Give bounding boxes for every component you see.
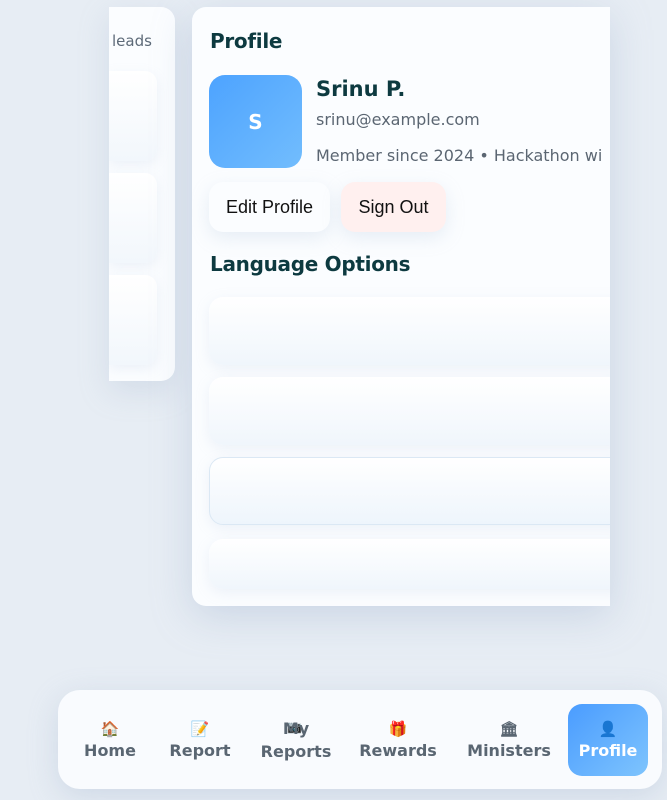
- nav-item-report[interactable]: 📝 Report: [162, 704, 238, 776]
- left-panel-item[interactable]: [109, 275, 157, 365]
- language-option[interactable]: [209, 297, 610, 365]
- nav-label-rewards: Rewards: [359, 740, 437, 760]
- nav-item-rewards[interactable]: 🎁 Rewards: [356, 704, 440, 776]
- nav-label-ministers: Ministers: [467, 740, 551, 760]
- sign-out-button[interactable]: Sign Out: [341, 182, 446, 232]
- nav-label-report: Report: [169, 740, 231, 760]
- profile-name: Srinu P.: [316, 77, 406, 101]
- nav-item-ministers[interactable]: 🏛 Ministers: [462, 704, 556, 776]
- user-icon: 👤: [598, 719, 618, 738]
- language-option[interactable]: [209, 377, 610, 445]
- left-panel-card: leads: [109, 7, 175, 381]
- report-icon: 📝: [190, 719, 210, 738]
- nav-item-home[interactable]: 🏠 Home: [72, 704, 148, 776]
- avatar-initial: S: [248, 109, 263, 134]
- nav-label-home: Home: [84, 740, 136, 760]
- left-panel-item[interactable]: [109, 71, 157, 161]
- nav-label-my-reports: My Reports: [260, 719, 332, 761]
- nav-item-profile[interactable]: 👤 Profile: [568, 704, 648, 776]
- ministers-icon: 🏛: [499, 719, 519, 738]
- profile-card: Profile S Srinu P. srinu@example.com Mem…: [192, 7, 610, 606]
- language-options-heading: Language Options: [210, 252, 411, 276]
- gift-icon: 🎁: [388, 719, 408, 738]
- profile-meta: Member since 2024 • Hackathon wi: [316, 146, 603, 165]
- bottom-nav: 🏠 Home 📝 Report 📷 My Reports 🎁 Rewards 🏛…: [58, 690, 662, 789]
- profile-email: srinu@example.com: [316, 110, 480, 129]
- avatar: S: [209, 75, 302, 168]
- profile-heading: Profile: [210, 29, 283, 53]
- edit-profile-button[interactable]: Edit Profile: [209, 182, 330, 232]
- left-panel-partial-text: leads: [112, 32, 152, 50]
- left-panel-item[interactable]: [109, 173, 157, 263]
- language-option[interactable]: [209, 539, 610, 589]
- language-option-selected[interactable]: [209, 457, 610, 525]
- nav-label-profile: Profile: [578, 740, 638, 760]
- nav-item-my-reports[interactable]: 📷 My Reports: [254, 704, 338, 776]
- home-icon: 🏠: [100, 719, 120, 738]
